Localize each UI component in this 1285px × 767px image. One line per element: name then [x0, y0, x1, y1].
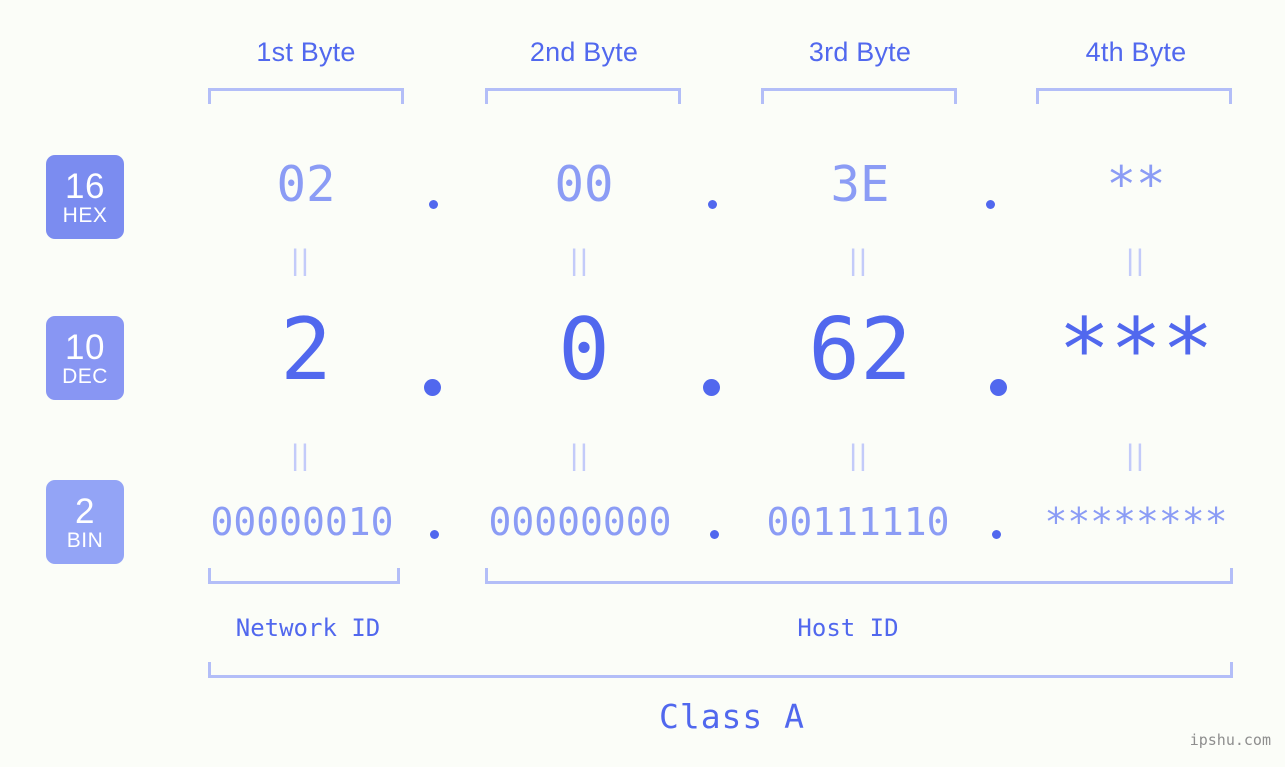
hex-byte-2: 00 [554, 156, 614, 213]
base-badge-bin: 2 BIN [46, 480, 124, 564]
base-badge-bin-name: BIN [66, 528, 104, 552]
dec-byte-2: 0 [558, 300, 610, 400]
ip-address-breakdown-diagram: 1st Byte 2nd Byte 3rd Byte 4th Byte 16 H… [0, 0, 1285, 767]
byte-bracket-3 [761, 88, 957, 104]
dec-separator-dot-1 [424, 379, 441, 396]
byte-header-3: 3rd Byte [808, 37, 912, 67]
class-label: Class A [658, 697, 806, 736]
hex-separator-dot-1 [429, 200, 438, 209]
equals-connector-dec-bin-1: || [291, 439, 311, 472]
bin-separator-dot-1 [430, 530, 439, 539]
network-id-label: Network ID [235, 614, 381, 642]
dec-byte-1: 2 [280, 300, 332, 400]
host-id-label: Host ID [797, 614, 899, 642]
dec-separator-dot-3 [990, 379, 1007, 396]
hex-separator-dot-3 [986, 200, 995, 209]
hex-byte-3: 3E [830, 156, 890, 213]
equals-connector-dec-bin-4: || [1126, 439, 1146, 472]
base-badge-dec: 10 DEC [46, 316, 124, 400]
bin-separator-dot-2 [710, 530, 719, 539]
base-badge-hex-number: 16 [65, 166, 105, 206]
bin-separator-dot-3 [992, 530, 1001, 539]
base-badge-hex-name: HEX [62, 203, 108, 227]
base-badge-dec-name: DEC [62, 364, 108, 388]
dec-byte-3: 62 [808, 300, 912, 400]
equals-connector-hex-dec-3: || [849, 244, 869, 277]
byte-bracket-2 [485, 88, 681, 104]
bin-byte-3: 00111110 [766, 500, 950, 544]
bin-byte-2: 00000000 [488, 500, 672, 544]
hex-byte-1: 02 [276, 156, 336, 213]
host-id-bracket [485, 568, 1233, 584]
equals-connector-dec-bin-2: || [570, 439, 590, 472]
hex-byte-4: ** [1106, 156, 1166, 213]
byte-bracket-4 [1036, 88, 1232, 104]
hex-separator-dot-2 [708, 200, 717, 209]
byte-bracket-1 [208, 88, 404, 104]
equals-connector-hex-dec-2: || [570, 244, 590, 277]
dec-separator-dot-2 [703, 379, 720, 396]
byte-header-2: 2nd Byte [529, 37, 639, 67]
byte-header-4: 4th Byte [1085, 37, 1187, 67]
class-bracket [208, 662, 1233, 678]
byte-header-1: 1st Byte [256, 37, 356, 67]
equals-connector-hex-dec-1: || [291, 244, 311, 277]
dec-byte-4: *** [1058, 300, 1214, 400]
watermark: ipshu.com [1189, 731, 1271, 749]
equals-connector-dec-bin-3: || [849, 439, 869, 472]
base-badge-hex: 16 HEX [46, 155, 124, 239]
network-id-bracket [208, 568, 400, 584]
equals-connector-hex-dec-4: || [1126, 244, 1146, 277]
base-badge-dec-number: 10 [65, 327, 105, 367]
base-badge-bin-number: 2 [75, 491, 95, 531]
bin-byte-4: ******** [1044, 500, 1228, 544]
bin-byte-1: 00000010 [210, 500, 394, 544]
